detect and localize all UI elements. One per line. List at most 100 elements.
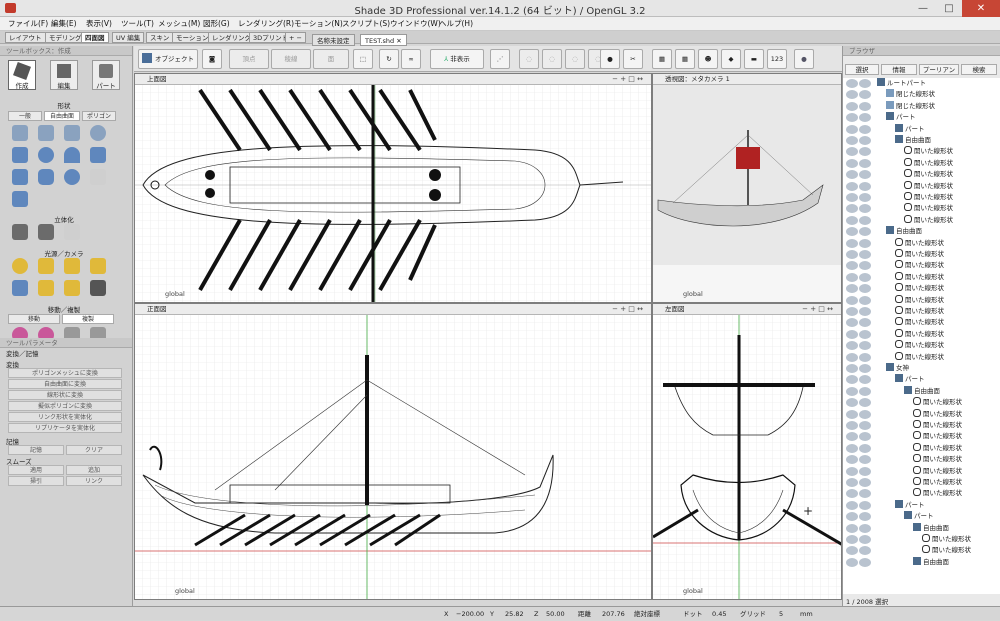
- menu-view[interactable]: 表示(V): [86, 17, 112, 31]
- visibility-eye-icon[interactable]: [846, 215, 858, 225]
- tree-item[interactable]: 開いた線形状: [843, 249, 1000, 259]
- tree-item[interactable]: 自由曲面: [843, 385, 1000, 396]
- menu-edit[interactable]: 編集(E): [51, 17, 77, 31]
- browser-tab-boolean[interactable]: プーリアン: [919, 64, 959, 75]
- lock-toggle-icon[interactable]: [859, 432, 871, 442]
- tree-item[interactable]: 開いた線形状: [843, 442, 1000, 453]
- lock-toggle-icon[interactable]: [859, 500, 871, 510]
- visibility-eye-icon[interactable]: [846, 158, 858, 168]
- cone-icon[interactable]: [64, 147, 80, 163]
- tree-item[interactable]: 開いた線形状: [843, 260, 1000, 271]
- realize-replicator-button[interactable]: リプリケータを実体化: [8, 423, 122, 433]
- tree-item[interactable]: 開いた線形状: [843, 169, 1000, 180]
- menu-render[interactable]: レンダリング(R): [238, 17, 294, 31]
- visibility-eye-icon[interactable]: [846, 136, 858, 145]
- visibility-eye-icon[interactable]: [846, 318, 858, 328]
- browser-tab-search[interactable]: 検索: [961, 64, 997, 75]
- lock-toggle-icon[interactable]: [859, 136, 871, 145]
- visibility-eye-icon[interactable]: [846, 512, 858, 522]
- lock-toggle-icon[interactable]: [859, 535, 871, 544]
- lock-toggle-icon[interactable]: [859, 478, 871, 487]
- capsule-icon[interactable]: [38, 169, 54, 185]
- visibility-eye-icon[interactable]: [846, 557, 858, 567]
- edge-mode-button[interactable]: 稜線: [271, 49, 311, 69]
- visibility-eye-icon[interactable]: [846, 250, 858, 259]
- lock-toggle-icon[interactable]: [859, 557, 871, 567]
- visibility-eye-icon[interactable]: [846, 295, 858, 305]
- menu-mesh[interactable]: メッシュ(M): [158, 17, 200, 31]
- copy-tab[interactable]: 複製: [62, 314, 114, 324]
- move-tab[interactable]: 移動: [8, 314, 60, 324]
- smooth-add-button[interactable]: 追加: [66, 465, 122, 475]
- front-view-controls[interactable]: − + □ ↔: [612, 304, 643, 315]
- top-view[interactable]: 上面図 − + □ ↔ global: [134, 73, 652, 303]
- tree-item[interactable]: 開いた線形状: [843, 283, 1000, 294]
- pointlight-icon[interactable]: [64, 258, 80, 274]
- linelight-icon[interactable]: [90, 258, 106, 274]
- tree-item[interactable]: 開いた線形状: [843, 271, 1000, 282]
- visibility-eye-icon[interactable]: [846, 170, 858, 180]
- spotlight-icon[interactable]: [38, 258, 54, 274]
- menu-file[interactable]: ファイル(F): [8, 17, 48, 31]
- lock-toggle-icon[interactable]: [859, 318, 871, 328]
- visibility-eye-icon[interactable]: [846, 79, 858, 88]
- convert-pseudo-polygon-button[interactable]: 擬似ポリゴンに変換: [8, 401, 122, 411]
- tree-item[interactable]: 開いた線形状: [843, 192, 1000, 202]
- convert-line-button[interactable]: 線形状に変換: [8, 390, 122, 400]
- lock-toggle-icon[interactable]: [859, 193, 871, 202]
- visibility-eye-icon[interactable]: [846, 523, 858, 533]
- tree-item[interactable]: 開いた線形状: [843, 306, 1000, 316]
- lock-toggle-icon[interactable]: [859, 272, 871, 282]
- lock-toggle-icon[interactable]: [859, 466, 871, 476]
- tree-item[interactable]: 開いた線形状: [843, 157, 1000, 168]
- cylinder-icon[interactable]: [12, 169, 28, 185]
- extrude-icon[interactable]: [12, 224, 28, 240]
- tree-item[interactable]: パート: [843, 123, 1000, 134]
- visibility-eye-icon[interactable]: [846, 546, 858, 556]
- lock-toggle-icon[interactable]: [859, 124, 871, 134]
- tree-item[interactable]: 開いた線形状: [843, 328, 1000, 339]
- lock-toggle-icon[interactable]: [859, 386, 871, 396]
- lock-toggle-icon[interactable]: [859, 261, 871, 271]
- lock-toggle-icon[interactable]: [859, 101, 871, 111]
- curve-tool-icon[interactable]: [12, 125, 28, 141]
- visibility-eye-icon[interactable]: [846, 181, 858, 191]
- visibility-eye-icon[interactable]: [846, 204, 858, 214]
- tree-item[interactable]: 開いた線形状: [843, 454, 1000, 465]
- lock-toggle-icon[interactable]: [859, 546, 871, 556]
- lathe-icon[interactable]: [38, 224, 54, 240]
- sweep-button[interactable]: 掃引: [8, 476, 64, 486]
- visibility-eye-icon[interactable]: [846, 443, 858, 453]
- visibility-eye-icon[interactable]: [846, 90, 858, 100]
- menu-tools[interactable]: ツール(T): [121, 17, 154, 31]
- tree-item[interactable]: 開いた線形状: [843, 351, 1000, 362]
- unit-label[interactable]: mm: [800, 607, 813, 621]
- tree-item[interactable]: パート: [843, 499, 1000, 510]
- visibility-eye-icon[interactable]: [846, 341, 858, 351]
- tree-item[interactable]: 開いた線形状: [843, 397, 1000, 408]
- polygon-icon[interactable]: [90, 147, 106, 163]
- visibility-eye-icon[interactable]: [846, 329, 858, 339]
- menu-script[interactable]: スクリプト(S): [342, 17, 390, 31]
- convert-polymesh-button[interactable]: ポリゴンメッシュに変換: [8, 368, 122, 378]
- layout-tab-motion[interactable]: モーション: [172, 32, 213, 43]
- visibility-eye-icon[interactable]: [846, 352, 858, 362]
- tree-item[interactable]: 自由曲面: [843, 522, 1000, 533]
- tree-item[interactable]: 開いた線形状: [843, 545, 1000, 556]
- menu-help[interactable]: ヘルプ(H): [439, 17, 473, 31]
- maximize-button[interactable]: □: [936, 0, 962, 17]
- tree-item[interactable]: 開いた線形状: [843, 477, 1000, 487]
- layout-tab-layout[interactable]: レイアウト: [5, 32, 46, 43]
- tree-item[interactable]: 開いた線形状: [843, 340, 1000, 351]
- tree-item[interactable]: 開いた線形状: [843, 408, 1000, 419]
- arealight-icon[interactable]: [38, 280, 54, 296]
- lock-toggle-icon[interactable]: [859, 170, 871, 180]
- render-sphere-button[interactable]: ●: [794, 49, 814, 69]
- tree-item[interactable]: 開いた線形状: [843, 420, 1000, 430]
- visibility-eye-icon[interactable]: [846, 466, 858, 476]
- grid-button[interactable]: ▦: [652, 49, 672, 69]
- lock-toggle-icon[interactable]: [859, 227, 871, 237]
- sphere-icon[interactable]: [38, 147, 54, 163]
- lock-toggle-icon[interactable]: [859, 307, 871, 316]
- layout-tab-add-remove[interactable]: + −: [285, 32, 306, 43]
